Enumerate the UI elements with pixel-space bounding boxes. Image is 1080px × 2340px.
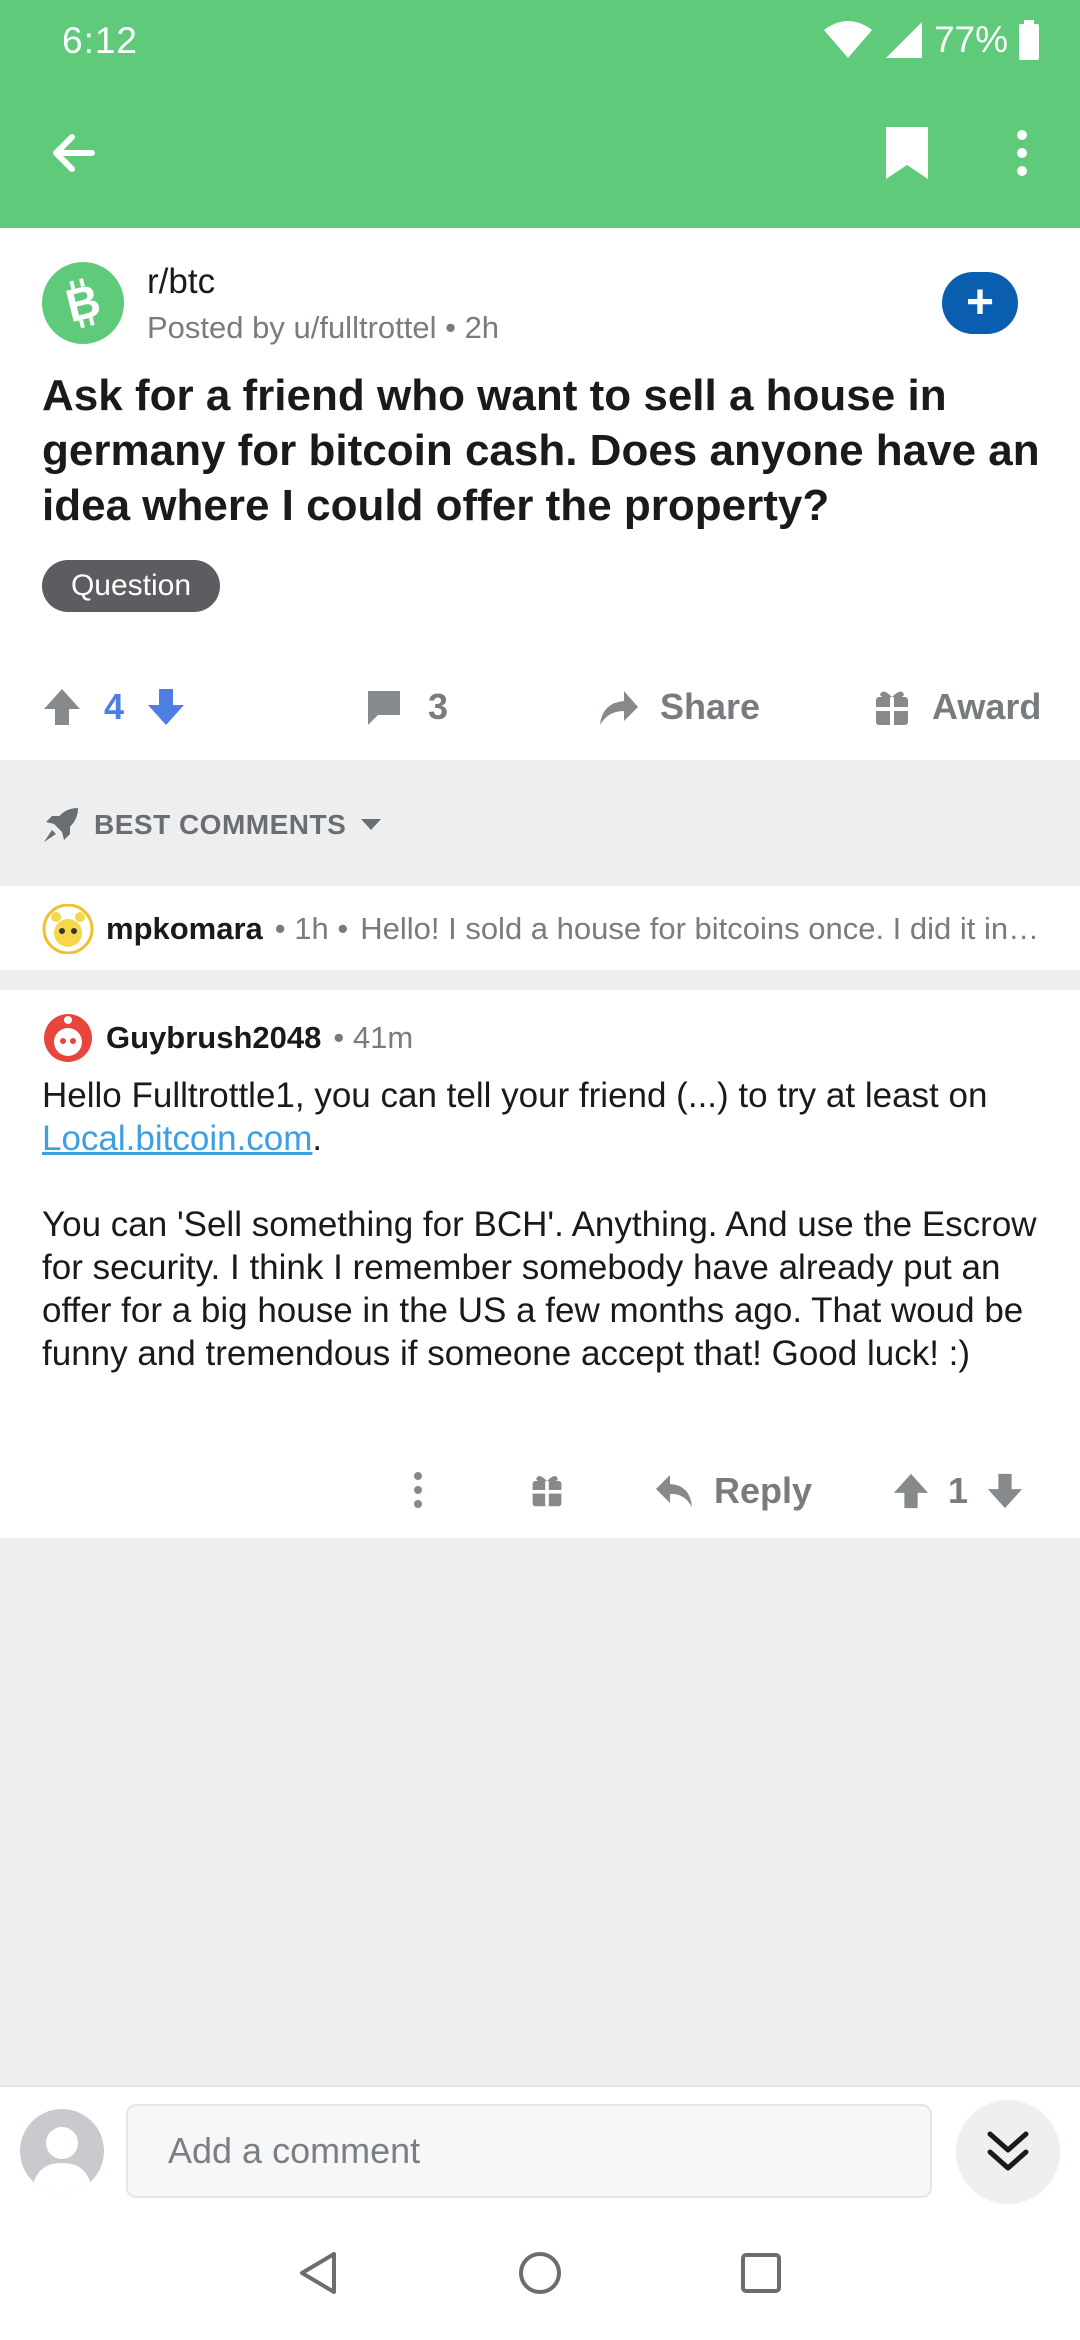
collapsed-comment-row: mpkomara • 1h • Hello! I sold a house fo… [42, 904, 1042, 954]
comment-age: • 1h • [274, 911, 349, 946]
more-vertical-icon [1017, 130, 1027, 176]
comment-snippet: Hello! I sold a house for bitcoins once.… [360, 911, 1042, 946]
battery-icon [1019, 20, 1039, 60]
battery-percent: 77% [933, 19, 1008, 60]
status-time: 6:12 [62, 20, 139, 61]
subreddit-avatar[interactable]: B [42, 262, 124, 344]
comment: Guybrush2048 • 41m Hello Fulltrottle1, y… [0, 990, 1080, 1538]
more-vertical-icon [414, 1472, 422, 1508]
vote-group: 4 [42, 686, 186, 728]
comment-vote-group: 1 [892, 1470, 1024, 1512]
upvote-icon[interactable] [892, 1472, 930, 1510]
reply-label: Reply [714, 1470, 813, 1511]
comment-link[interactable]: Local.bitcoin.com [42, 1119, 312, 1158]
comments-button[interactable]: 3 [364, 686, 448, 728]
chevron-down-icon [361, 819, 382, 830]
share-icon [600, 691, 638, 725]
upvote-icon[interactable] [42, 687, 82, 727]
share-button[interactable]: Share [596, 686, 760, 728]
wifi-icon [823, 21, 872, 58]
comment-vote-count: 1 [948, 1470, 969, 1511]
more-options-button[interactable] [1000, 118, 1044, 188]
reply-button[interactable]: Reply [654, 1470, 812, 1512]
current-user-avatar[interactable] [20, 2109, 104, 2193]
post-title: Ask for a friend who want to sell a hous… [42, 371, 1040, 530]
nav-home-icon[interactable] [517, 2250, 563, 2296]
user-avatar-icon [44, 1014, 92, 1062]
comment-body: Hello Fulltrottle1, you can tell your fr… [42, 1074, 1052, 1375]
comment-paragraph: You can 'Sell something for BCH'. Anythi… [42, 1205, 1037, 1373]
rocket-icon [44, 808, 78, 842]
add-comment-input[interactable]: Add a comment [126, 2104, 932, 2198]
comment-more-button[interactable] [412, 1470, 424, 1510]
post-meta: Posted by u/fulltrottel • 2h [147, 310, 500, 345]
system-nav-bar [0, 2190, 1080, 2340]
share-label: Share [660, 686, 761, 727]
app-header: 6:12 77% [0, 0, 1080, 228]
post-card: B r/btc Posted by u/fulltrottel • 2h + A… [0, 228, 1080, 760]
user-silhouette-icon [32, 2127, 92, 2193]
comment-header: Guybrush2048 • 41m [42, 1012, 413, 1064]
downvote-icon[interactable] [986, 1472, 1024, 1510]
plus-icon: + [965, 276, 995, 329]
sort-label: BEST COMMENTS [94, 809, 347, 840]
downvote-icon[interactable] [146, 687, 186, 727]
comment-author[interactable]: mpkomara [106, 911, 263, 947]
collapsed-comment[interactable]: mpkomara • 1h • Hello! I sold a house fo… [0, 886, 1080, 970]
gift-icon [876, 691, 908, 725]
status-icons: 77% [822, 18, 1040, 62]
join-button[interactable]: + [942, 272, 1018, 334]
comment-author[interactable]: Guybrush2048 [106, 1020, 321, 1056]
comment-text: . [312, 1119, 323, 1158]
jump-next-button[interactable] [956, 2100, 1060, 2204]
post-vote-count: 4 [104, 686, 125, 727]
comment-age: • 41m [333, 1020, 414, 1055]
reply-icon [656, 1475, 692, 1507]
bitcoin-cash-icon: B [61, 275, 106, 331]
award-label: Award [932, 686, 1042, 727]
nav-recents-icon[interactable] [740, 2252, 782, 2294]
arrow-left-icon [53, 134, 95, 172]
user-avatar-icon [42, 904, 94, 954]
signal-icon [885, 22, 922, 58]
comment-paragraph: Hello Fulltrottle1, you can tell your fr… [42, 1074, 1052, 1160]
award-button[interactable]: Award [874, 686, 1041, 728]
comment-award-button[interactable] [530, 1472, 564, 1508]
comment-actions: Reply 1 [0, 1460, 1080, 1530]
subreddit-name[interactable]: r/btc [147, 262, 215, 302]
comment-count: 3 [428, 686, 449, 727]
sort-selector[interactable]: BEST COMMENTS [42, 806, 382, 844]
comment-sort-bar: BEST COMMENTS [0, 760, 1080, 886]
nav-back-icon[interactable] [296, 2250, 340, 2296]
post-actions: 4 3 Share Award [0, 668, 1080, 748]
post-flair: Question [42, 560, 220, 612]
gift-icon [532, 1476, 562, 1507]
bookmark-icon [886, 127, 928, 179]
status-bar: 6:12 77% [0, 0, 1080, 80]
comment-text: Hello Fulltrottle1, you can tell your fr… [42, 1076, 988, 1115]
comment-icon [368, 691, 400, 725]
double-chevron-down-icon [987, 2131, 1029, 2171]
save-button[interactable] [872, 118, 942, 188]
back-button[interactable] [38, 118, 108, 188]
